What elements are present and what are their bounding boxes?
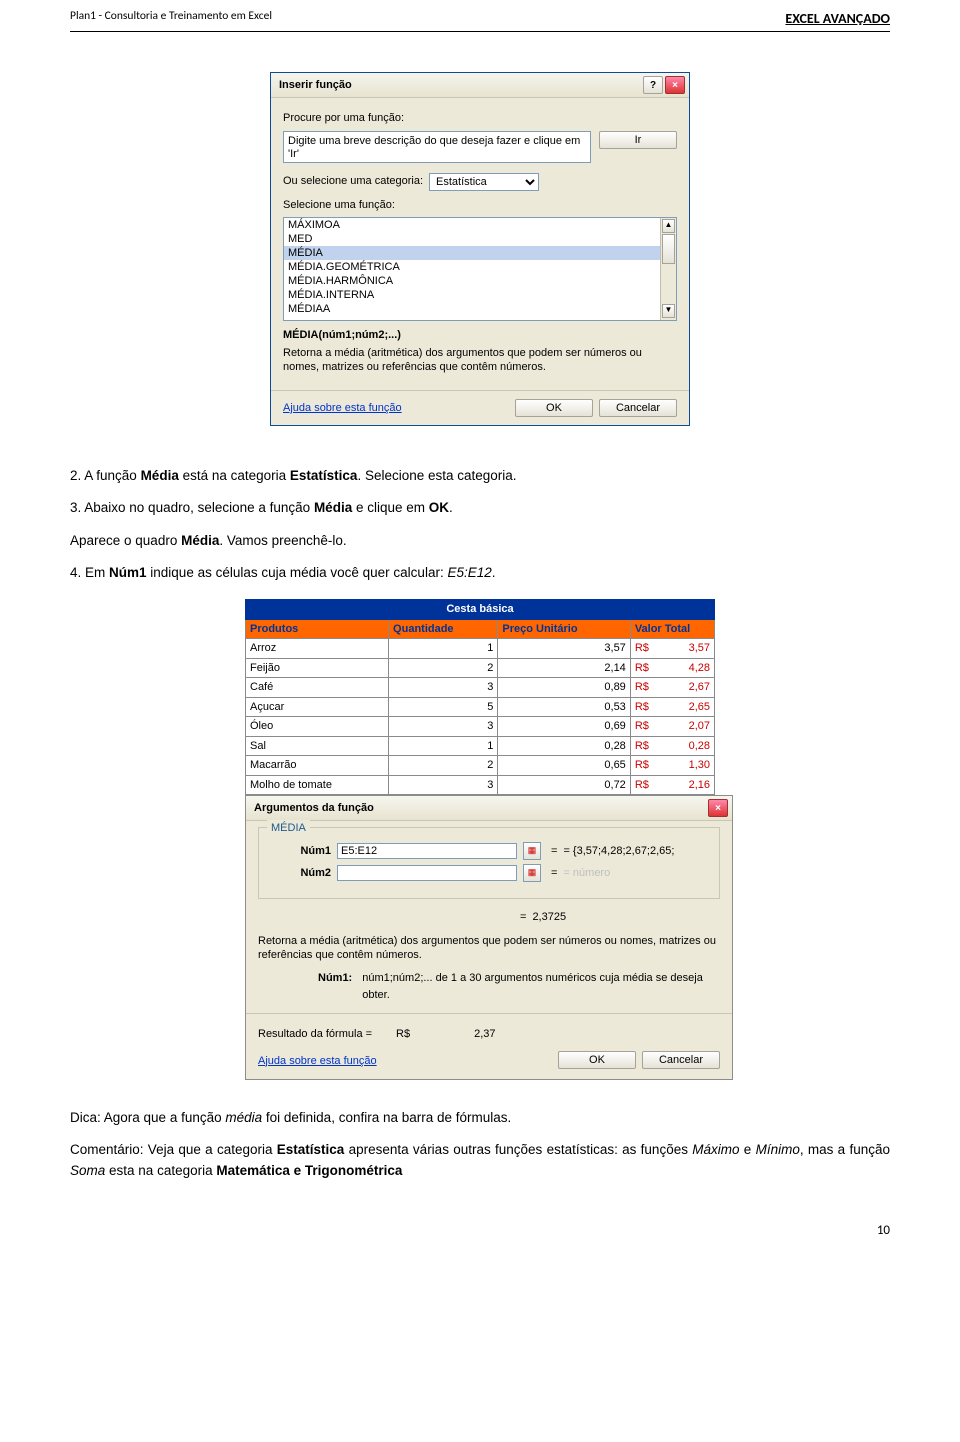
scroll-thumb[interactable] (662, 234, 675, 264)
function-list-item[interactable]: MÉDIAA (284, 302, 676, 316)
ok-button[interactable]: OK (558, 1051, 636, 1069)
num2-label: Núm2 (271, 865, 331, 882)
col-quantidade: Quantidade (389, 619, 498, 639)
function-description: Retorna a média (aritmética) dos argumen… (283, 346, 677, 375)
cesta-basica-block: Cesta básica Produtos Quantidade Preço U… (245, 599, 715, 1080)
num1-param-desc: núm1;núm2;... de 1 a 30 argumentos numér… (362, 970, 720, 1003)
formula-result-label: Resultado da fórmula = (258, 1026, 372, 1043)
category-label: Ou selecione uma categoria: (283, 173, 423, 190)
function-list-item[interactable]: MED (284, 232, 676, 246)
num2-result: = número (563, 865, 610, 882)
function-listbox[interactable]: MÁXIMOAMEDMÉDIAMÉDIA.GEOMÉTRICAMÉDIA.HAR… (283, 217, 677, 321)
cancel-button[interactable]: Cancelar (642, 1051, 720, 1069)
args-description: Retorna a média (aritmética) dos argumen… (258, 934, 720, 963)
num1-param-name: Núm1: (318, 970, 352, 1003)
function-list-item[interactable]: MÉDIA.INTERNA (284, 288, 676, 302)
table-row: Molho de tomate30,72R$2,16 (246, 775, 715, 795)
table-row: Café30,89R$2,67 (246, 678, 715, 698)
search-label: Procure por uma função: (283, 110, 677, 127)
table-row: Arroz13,57R$3,57 (246, 639, 715, 659)
col-preco: Preço Unitário (498, 619, 630, 639)
groupbox-legend: MÉDIA (267, 820, 310, 837)
help-link[interactable]: Ajuda sobre esta função (258, 1053, 496, 1070)
go-button[interactable]: Ir (599, 131, 677, 149)
help-link[interactable]: Ajuda sobre esta função (283, 400, 402, 417)
table-title: Cesta básica (246, 600, 715, 620)
formula-result-value: 2,37 (474, 1026, 495, 1043)
range-picker-icon[interactable]: ▦ (523, 842, 541, 860)
page-header: Plan1 - Consultoria e Treinamento em Exc… (70, 0, 890, 32)
dialog2-title: Argumentos da função (254, 800, 374, 817)
num1-result: = {3,57;4,28;2,67;2,65; (563, 843, 674, 860)
dialog2-titlebar: Argumentos da função × (246, 796, 732, 821)
table-row: Óleo30,69R$2,07 (246, 717, 715, 737)
listbox-scrollbar[interactable]: ▲ ▼ (660, 218, 676, 320)
page-number: 10 (70, 1221, 890, 1241)
range-picker-icon[interactable]: ▦ (523, 864, 541, 882)
table-row: Sal10,28R$0,28 (246, 736, 715, 756)
dialog-title: Inserir função (279, 77, 352, 94)
insert-function-dialog: Inserir função ? × Procure por uma funçã… (270, 72, 690, 426)
function-list-item[interactable]: MÉDIA.HARMÔNICA (284, 274, 676, 288)
select-function-label: Selecione uma função: (283, 197, 677, 214)
function-list-item[interactable]: MÉDIA (284, 246, 676, 260)
header-left: Plan1 - Consultoria e Treinamento em Exc… (70, 8, 272, 29)
function-list-item[interactable]: MÉDIA.GEOMÉTRICA (284, 260, 676, 274)
num1-input[interactable] (337, 843, 517, 859)
scroll-down-icon[interactable]: ▼ (662, 304, 675, 318)
col-produtos: Produtos (246, 619, 389, 639)
instruction-text: 2. A função Média está na categoria Esta… (70, 466, 890, 583)
bottom-text: Dica: Agora que a função média foi defin… (70, 1108, 890, 1181)
function-arguments-dialog: Argumentos da função × MÉDIA Núm1 ▦ = = … (245, 795, 733, 1080)
category-select[interactable]: Estatística (429, 173, 539, 191)
num1-label: Núm1 (271, 843, 331, 860)
dialog-titlebar: Inserir função ? × (271, 73, 689, 98)
media-groupbox: MÉDIA Núm1 ▦ = = {3,57;4,28;2,67;2,65; N… (258, 827, 720, 899)
cesta-basica-table: Cesta básica Produtos Quantidade Preço U… (245, 599, 715, 795)
col-valor-total: Valor Total (630, 619, 714, 639)
scroll-up-icon[interactable]: ▲ (662, 219, 675, 233)
table-row: Macarrão20,65R$1,30 (246, 756, 715, 776)
help-button[interactable]: ? (643, 76, 663, 94)
search-textarea[interactable]: Digite uma breve descrição do que deseja… (283, 131, 591, 163)
function-syntax: MÉDIA(núm1;núm2;...) (283, 327, 677, 344)
header-right: EXCEL AVANÇADO (785, 8, 890, 29)
num2-input[interactable] (337, 865, 517, 881)
equals-label: = (520, 909, 526, 926)
cancel-button[interactable]: Cancelar (599, 399, 677, 417)
ok-button[interactable]: OK (515, 399, 593, 417)
function-list-item[interactable]: MÁXIMOA (284, 218, 676, 232)
calc-result: 2,3725 (532, 909, 566, 926)
close-button[interactable]: × (708, 799, 728, 817)
table-row: Açucar50,53R$2,65 (246, 697, 715, 717)
close-button[interactable]: × (665, 76, 685, 94)
table-row: Feijão22,14R$4,28 (246, 658, 715, 678)
formula-result-currency: R$ (396, 1026, 410, 1043)
